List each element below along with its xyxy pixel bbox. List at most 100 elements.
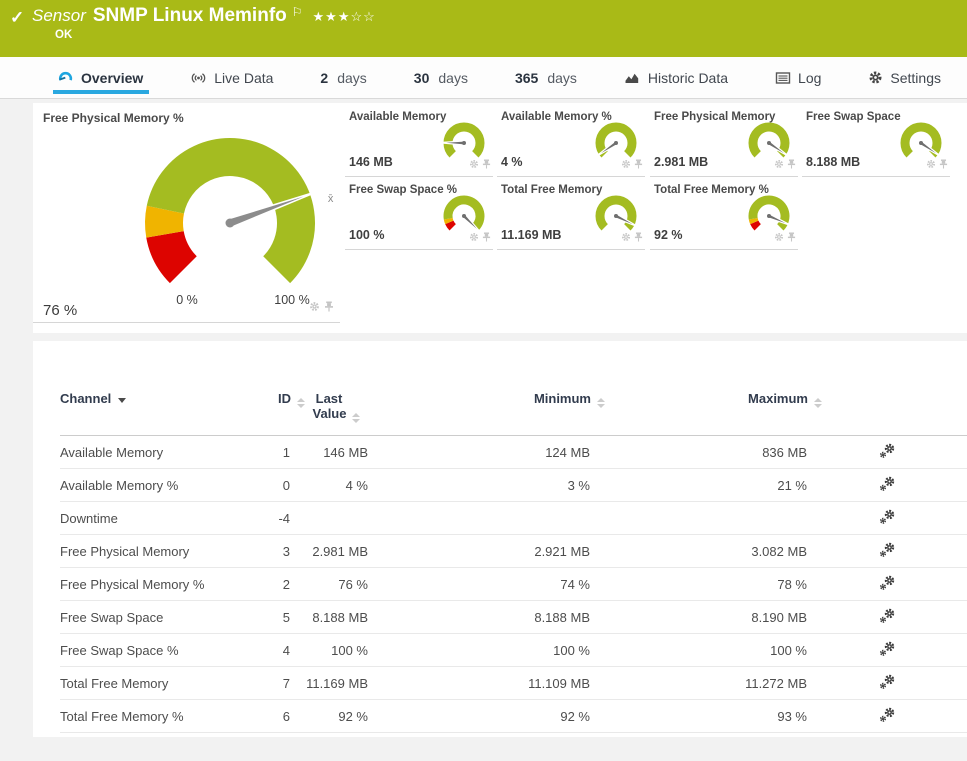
column-header-minimum[interactable]: Minimum [368,385,605,436]
gauge-settings-icon[interactable] [774,156,784,174]
edit-channel-icon[interactable] [879,575,896,593]
channel-name[interactable]: Downtime [60,502,230,535]
gauge-settings-icon[interactable] [621,229,631,247]
mini-gauge-tile[interactable]: Free Swap Space 8.188 MB [802,110,950,177]
priority-stars-empty[interactable]: ☆☆ [351,9,376,24]
channel-last-value: 4 % [345,477,368,493]
gauge-icon [57,70,74,85]
channel-name[interactable]: Available Memory % [60,469,230,502]
channel-name[interactable]: Available Memory [60,436,230,469]
live-icon [190,71,207,85]
gauge-settings-icon[interactable] [469,156,479,174]
channel-last-value [290,502,368,535]
mini-gauge-title: Available Memory [349,111,447,123]
channel-minimum: 8.188 MB [534,609,590,625]
gauge-pin-icon[interactable] [634,156,643,174]
channel-minimum: 100 % [553,642,590,658]
channel-id: 2 [282,576,290,592]
channel-maximum: 78 % [777,576,807,592]
tab-overview[interactable]: Overview [52,57,150,99]
edit-channel-icon[interactable] [879,608,896,626]
tab-label: Live Data [214,69,274,86]
tab-365-days[interactable]: 365 days [515,57,577,99]
gauge-pin-icon[interactable] [482,156,491,174]
tab-word: days [438,69,468,86]
edit-channel-icon[interactable] [879,674,896,692]
mini-gauge-tile[interactable]: Available Memory % 4 % [497,110,645,177]
channel-id: 7 [282,675,290,691]
edit-channel-icon[interactable] [879,707,896,725]
gauge-pin-icon[interactable] [787,156,796,174]
channel-row[interactable]: Downtime -4 [60,502,967,535]
gauge-settings-icon[interactable] [774,229,784,247]
channel-name[interactable]: Free Swap Space % [60,634,230,667]
channel-name[interactable]: Total Free Memory [60,667,230,700]
gear-icon [868,70,883,85]
channel-row[interactable]: Free Swap Space 5 8.188 MB 8.188 MB 8.19… [60,601,967,634]
gauge-pin-icon[interactable] [482,229,491,247]
mini-gauge-tile[interactable]: Available Memory 146 MB [345,110,493,177]
mini-gauge-value: 92 % [654,228,683,242]
gauge-pin-icon[interactable] [787,229,796,247]
tab-historic-data[interactable]: Historic Data [624,57,728,99]
channel-name[interactable]: Free Physical Memory % [60,568,230,601]
channel-id: -4 [278,510,290,526]
gauge-pin-icon[interactable] [634,229,643,247]
priority-stars-filled[interactable]: ★★★ [313,9,351,24]
sensor-title-line: Sensor SNMP Linux Meminfo ⚐ ★★★☆☆ [32,5,376,27]
channel-name[interactable]: Free Swap Space [60,601,230,634]
channel-maximum: 93 % [777,708,807,724]
mini-gauge-tile[interactable]: Free Swap Space % 100 % [345,183,493,250]
channel-row[interactable]: Free Physical Memory 3 2.981 MB 2.921 MB… [60,535,967,568]
channel-id: 4 [282,642,290,658]
gauge-settings-icon[interactable] [621,156,631,174]
tab-live-data[interactable]: Live Data [190,57,273,99]
tab-label: Historic Data [647,69,729,86]
edit-channel-icon[interactable] [879,476,896,494]
edit-channel-icon[interactable] [879,542,896,560]
channel-last-value: 11.169 MB [306,675,368,691]
prtg-sensor-page: ✓ Sensor SNMP Linux Meminfo ⚐ ★★★☆☆ OK Over… [0,0,967,761]
channel-row[interactable]: Free Physical Memory % 2 76 % 74 % 78 % [60,568,967,601]
svg-text:x̄: x̄ [328,193,334,205]
channel-last-value: 76 % [338,576,368,592]
channel-id: 3 [282,543,290,559]
channel-maximum: 3.082 MB [751,543,807,559]
channel-id: 1 [282,444,290,460]
main-gauge-value: 76 % [43,302,78,319]
column-header-id[interactable]: ID [230,385,305,436]
channel-row[interactable]: Total Free Memory % 6 92 % 92 % 93 % [60,700,967,733]
gauge-settings-icon[interactable] [926,156,936,174]
edit-channel-icon[interactable] [879,443,896,461]
column-header-channel[interactable]: Channel [60,385,230,436]
mini-gauge-tile[interactable]: Total Free Memory % 92 % [650,183,798,250]
channel-row[interactable]: Total Free Memory 7 11.169 MB 11.109 MB … [60,667,967,700]
channel-row[interactable]: Available Memory % 0 4 % 3 % 21 % [60,469,967,502]
main-gauge: x̄ [145,138,334,284]
tab-settings[interactable]: Settings [868,57,941,99]
status-check-icon: ✓ [10,8,25,27]
gauge-settings-icon[interactable] [309,299,320,317]
channel-last-value: 146 MB [323,444,368,460]
edit-channel-icon[interactable] [879,641,896,659]
mini-gauge-tile[interactable]: Free Physical Memory 2.981 MB [650,110,798,177]
channel-name[interactable]: Total Free Memory % [60,700,230,733]
flag-icon[interactable]: ⚐ [292,5,303,19]
channel-row[interactable]: Free Swap Space % 4 100 % 100 % 100 % [60,634,967,667]
gauge-pin-icon[interactable] [324,299,334,317]
channel-row[interactable]: Available Memory 1 146 MB 124 MB 836 MB [60,436,967,469]
channel-last-value: 92 % [338,708,368,724]
tab-30-days[interactable]: 30 days [414,57,468,99]
tab-2-days[interactable]: 2 days [320,57,366,99]
mini-gauge-tile[interactable]: Total Free Memory 11.169 MB [497,183,645,250]
gauge-settings-icon[interactable] [469,229,479,247]
channel-last-value: 100 % [331,642,368,658]
channel-minimum: 74 % [560,576,590,592]
tab-log[interactable]: Log [775,57,821,99]
column-header-maximum[interactable]: Maximum [590,385,822,436]
column-header-last-value[interactable]: Last Value [290,385,368,436]
channel-name[interactable]: Free Physical Memory [60,535,230,568]
edit-channel-icon[interactable] [879,509,896,527]
gauge-pin-icon[interactable] [939,156,948,174]
main-gauge-tile[interactable]: x̄ Free Physical Memory % 0 % 100 % 76 % [33,103,340,323]
